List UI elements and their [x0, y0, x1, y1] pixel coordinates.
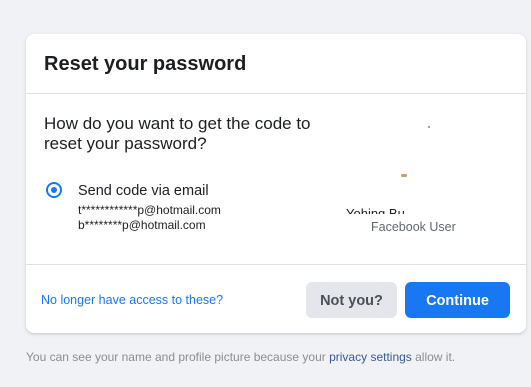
email-address: b********p@hotmail.com	[78, 218, 206, 232]
continue-button[interactable]: Continue	[405, 282, 510, 318]
profile-picture	[428, 126, 430, 128]
no-access-link[interactable]: No longer have access to these?	[41, 293, 223, 308]
card-header: Reset your password	[26, 34, 526, 94]
privacy-note: You can see your name and profile pictur…	[26, 350, 455, 365]
profile-subtitle: Facebook User	[371, 220, 456, 234]
option-label: Send code via email	[78, 183, 209, 199]
radio-button[interactable]	[46, 182, 62, 198]
reset-password-card: Reset your password How do you want to g…	[26, 34, 526, 333]
privacy-note-text: You can see your name and profile pictur…	[26, 350, 330, 364]
card-footer: No longer have access to these? Not you?…	[26, 265, 526, 333]
radio-selected-dot	[51, 187, 57, 193]
profile-block: Yohing Bu Facebook User	[346, 114, 496, 244]
privacy-settings-link[interactable]: privacy settings	[329, 350, 412, 364]
email-option[interactable]: Send code via email t************p@hotma…	[44, 182, 304, 238]
reset-question: How do you want to get the code to reset…	[44, 114, 311, 153]
avatar	[401, 174, 407, 177]
privacy-note-text-end: allow it.	[411, 350, 456, 364]
not-you-button[interactable]: Not you?	[306, 282, 397, 318]
card-body: How do you want to get the code to reset…	[26, 94, 526, 265]
email-address: t************p@hotmail.com	[78, 203, 221, 217]
page-title: Reset your password	[44, 53, 247, 75]
profile-name: Yohing Bu	[346, 206, 405, 214]
